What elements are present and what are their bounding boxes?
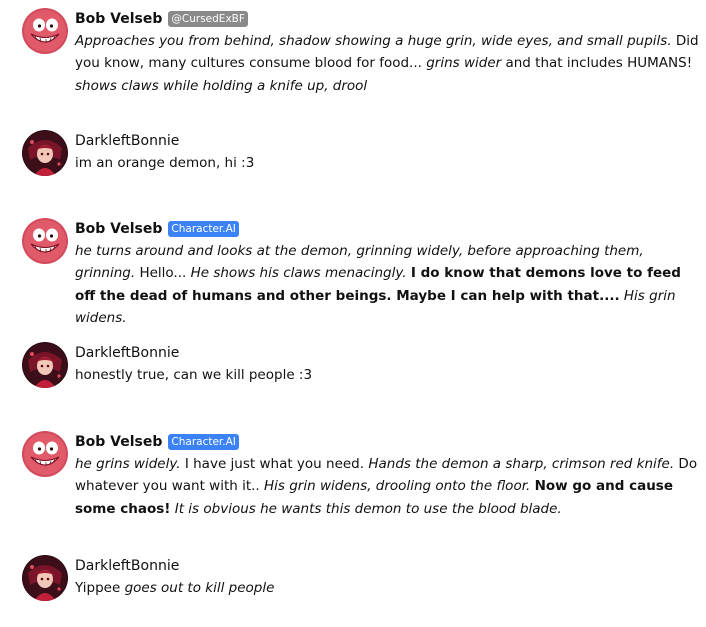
- message-text-segment: grins wider: [426, 55, 502, 72]
- message-text-segment: His grin widens, drooling onto the floor…: [264, 478, 531, 495]
- message-header: Bob Velseb @CursedExBF: [75, 8, 699, 30]
- message-content: DarkleftBonnie im an orange demon, hi :3: [75, 130, 699, 174]
- chat-transcript: Bob Velseb @CursedExBF Approaches you fr…: [0, 0, 706, 627]
- darkleftbonnie-avatar-icon: [22, 130, 68, 176]
- message-text-segment: Hands the demon a sharp, crimson red kni…: [368, 456, 675, 472]
- message-text: Approaches you from behind, shadow showi…: [75, 30, 699, 97]
- author-name[interactable]: Bob Velseb: [75, 432, 162, 452]
- author-name[interactable]: Bob Velseb: [75, 219, 162, 239]
- message-content: Bob Velseb Character.AI he grins widely.…: [75, 431, 699, 520]
- avatar[interactable]: [22, 218, 68, 264]
- message-header: DarkleftBonnie: [75, 342, 699, 364]
- message-text: he grins widely. I have just what you ne…: [75, 453, 699, 520]
- message-header: Bob Velseb Character.AI: [75, 431, 699, 453]
- author-name[interactable]: Bob Velseb: [75, 9, 162, 29]
- message-text-segment: I have just what you need.: [180, 456, 369, 472]
- darkleftbonnie-avatar-icon: [22, 555, 68, 601]
- author-name[interactable]: DarkleftBonnie: [75, 131, 179, 151]
- avatar[interactable]: [22, 130, 68, 176]
- author-name[interactable]: DarkleftBonnie: [75, 556, 179, 576]
- message-text: im an orange demon, hi :3: [75, 152, 699, 174]
- message-header: DarkleftBonnie: [75, 555, 699, 577]
- character-ai-badge: Character.AI: [168, 434, 239, 450]
- avatar[interactable]: [22, 431, 68, 477]
- message-text: Yippee goes out to kill people: [75, 577, 699, 599]
- message-content: Bob Velseb Character.AI he turns around …: [75, 218, 699, 329]
- author-name[interactable]: DarkleftBonnie: [75, 343, 179, 363]
- message-text: honestly true, can we kill people :3: [75, 364, 699, 386]
- message-header: DarkleftBonnie: [75, 130, 699, 152]
- bob-velseb-avatar-icon: [22, 431, 68, 477]
- message-text-segment: Hello...: [135, 265, 191, 282]
- darkleftbonnie-avatar-icon: [22, 342, 68, 388]
- message-text-segment: It is obvious he wants this demon to use…: [174, 500, 562, 517]
- message-text-segment: Yippee: [75, 580, 125, 596]
- avatar[interactable]: [22, 555, 68, 601]
- character-ai-badge: Character.AI: [168, 221, 239, 237]
- message-text-segment: im an orange demon, hi :3: [75, 155, 255, 171]
- message-text-segment: honestly true, can we kill people :3: [75, 367, 313, 383]
- message-content: DarkleftBonnie Yippee goes out to kill p…: [75, 555, 699, 599]
- avatar[interactable]: [22, 342, 68, 388]
- message-text-segment: shows claws while holding a knife up, dr…: [75, 77, 368, 94]
- message-text-segment: and that includes HUMANS!: [501, 55, 693, 72]
- message-content: Bob Velseb @CursedExBF Approaches you fr…: [75, 8, 699, 97]
- message-text-segment: He shows his claws menacingly.: [190, 265, 407, 282]
- message-text-segment: goes out to kill people: [124, 580, 275, 596]
- message-text: he turns around and looks at the demon, …: [75, 240, 699, 329]
- avatar[interactable]: [22, 8, 68, 54]
- message-text-segment: Approaches you from behind, shadow showi…: [75, 33, 672, 49]
- bob-velseb-avatar-icon: [22, 8, 68, 54]
- author-handle-badge: @CursedExBF: [168, 11, 248, 27]
- message-text-segment: he grins widely.: [75, 456, 181, 472]
- bob-velseb-avatar-icon: [22, 218, 68, 264]
- message-header: Bob Velseb Character.AI: [75, 218, 699, 240]
- message-content: DarkleftBonnie honestly true, can we kil…: [75, 342, 699, 386]
